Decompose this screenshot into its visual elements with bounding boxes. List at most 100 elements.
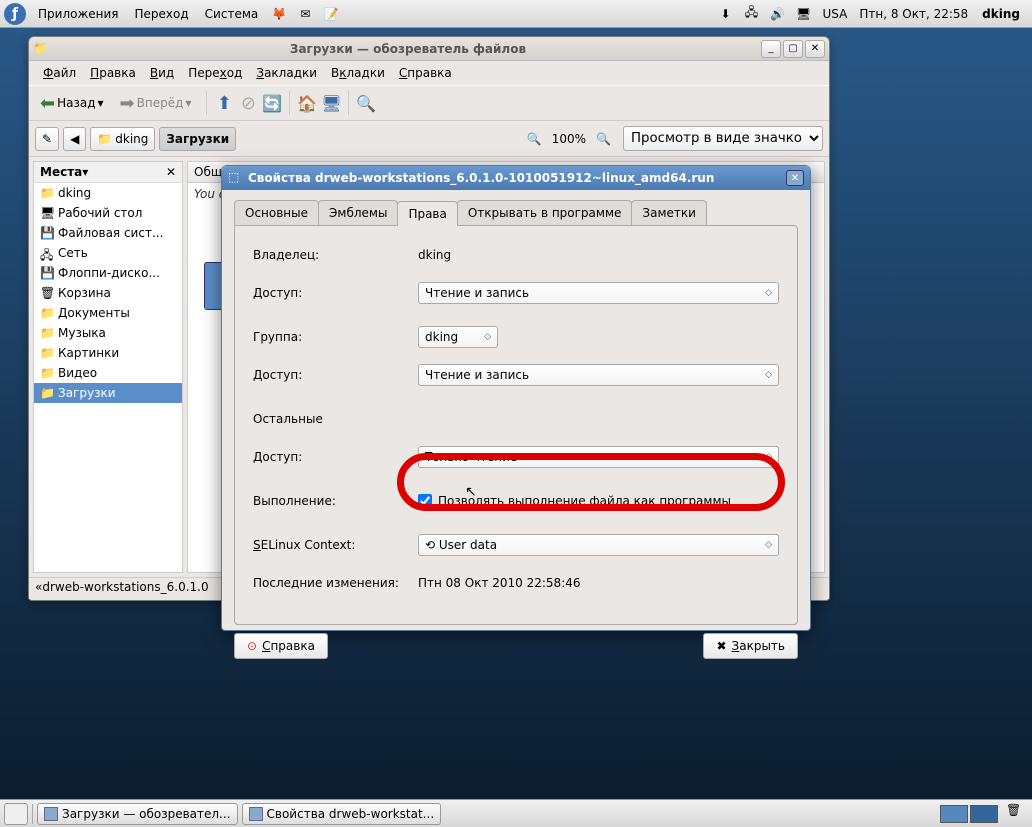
sidebar-header[interactable]: Места▾✕	[34, 162, 182, 183]
sidebar-item-desktop[interactable]: 🖥Рабочий стол	[34, 203, 182, 223]
workspace-2[interactable]	[970, 805, 998, 823]
show-desktop-button[interactable]	[4, 803, 28, 825]
menu-system[interactable]: Система	[197, 3, 267, 25]
sidebar-item-network[interactable]: 🖧Сеть	[34, 243, 182, 263]
zoom-level: 100%	[546, 132, 592, 146]
sidebar-item-music[interactable]: 📁Музыка	[34, 323, 182, 343]
network-icon[interactable]: 🖧	[741, 4, 761, 24]
path-back-button[interactable]: ◀	[63, 127, 86, 151]
mtime-value: Птн 08 Окт 2010 22:58:46	[418, 576, 779, 590]
execute-checkbox-label[interactable]: Позволять выполнение файла как программы	[438, 494, 731, 508]
menu-tabs[interactable]: Вкладки	[325, 64, 391, 82]
keyboard-layout[interactable]: USA	[816, 7, 853, 21]
group-access-label: Доступ:	[253, 368, 418, 382]
menu-help[interactable]: Справка	[393, 64, 458, 82]
dialog-icon	[249, 807, 263, 821]
owner-value: dking	[418, 248, 779, 262]
sidebar-item-pictures[interactable]: 📁Картинки	[34, 343, 182, 363]
help-button[interactable]: ⊙Справка	[234, 633, 328, 659]
path-current[interactable]: Загрузки	[159, 127, 236, 151]
menu-applications[interactable]: Приложения	[30, 3, 127, 25]
menu-file[interactable]: Файл	[37, 64, 82, 82]
close-icon: ✖	[716, 639, 726, 653]
fm-sidebar: Места▾✕ 📁dking 🖥Рабочий стол 💾Файловая с…	[33, 161, 183, 573]
trash-icon[interactable]: 🗑	[1006, 803, 1028, 825]
menu-go[interactable]: Переход	[182, 64, 248, 82]
back-button[interactable]: ⬅Назад▾	[35, 90, 113, 117]
tab-permissions[interactable]: Права	[397, 201, 457, 226]
maximize-button[interactable]: ▢	[783, 40, 803, 58]
home-icon[interactable]: 🏠	[296, 92, 318, 114]
taskbar-item-filemanager[interactable]: Загрузки — обозревател...	[37, 803, 238, 825]
others-access-label: Доступ:	[253, 450, 418, 464]
sidebar-item-documents[interactable]: 📁Документы	[34, 303, 182, 323]
group-select[interactable]: dking	[418, 326, 498, 348]
search-icon[interactable]: 🔍	[355, 92, 377, 114]
others-label: Остальные	[253, 412, 418, 426]
display-icon[interactable]: 🖥	[793, 4, 813, 24]
menu-places[interactable]: Переход	[127, 3, 197, 25]
tab-notes[interactable]: Заметки	[631, 200, 707, 225]
workspace-1[interactable]	[940, 805, 968, 823]
selinux-select[interactable]: ⟲ User data	[418, 534, 779, 556]
fm-titlebar[interactable]: 📁 Загрузки — обозреватель файлов _ ▢ ✕	[29, 37, 829, 61]
reload-icon[interactable]: 🔄	[261, 92, 283, 114]
menu-view[interactable]: Вид	[144, 64, 180, 82]
fm-toolbar: ⬅Назад▾ ➡Вперёд▾ ⬆ ⊘ 🔄 🏠 🖥 🔍	[29, 85, 829, 121]
props-titlebar[interactable]: ⬚ Свойства drweb-workstations_6.0.1.0-10…	[222, 166, 810, 190]
sidebar-item-trash[interactable]: 🗑Корзина	[34, 283, 182, 303]
group-access-select[interactable]: Чтение и запись	[418, 364, 779, 386]
execute-label: Выполнение:	[253, 494, 418, 508]
volume-icon[interactable]: 🔊	[767, 4, 787, 24]
props-close-button[interactable]: ✕	[786, 170, 804, 186]
zoom-out-icon[interactable]: 🔍	[527, 132, 542, 146]
up-icon[interactable]: ⬆	[213, 92, 235, 114]
help-icon: ⊙	[247, 639, 257, 653]
zoom-in-icon[interactable]: 🔍	[596, 132, 611, 146]
view-mode-select[interactable]: Просмотр в виде значков	[623, 126, 823, 151]
sidebar-item-home[interactable]: 📁dking	[34, 183, 182, 203]
close-dialog-button[interactable]: ✖Закрыть	[703, 633, 798, 659]
taskbar-item-properties[interactable]: Свойства drweb-workstat...	[242, 803, 442, 825]
user-menu[interactable]: dking	[974, 7, 1028, 21]
menu-edit[interactable]: Правка	[84, 64, 142, 82]
sidebar-item-downloads[interactable]: 📁Загрузки	[34, 383, 182, 403]
stop-icon: ⊘	[237, 92, 259, 114]
update-icon[interactable]: ⬇	[715, 4, 735, 24]
sidebar-close-icon[interactable]: ✕	[166, 165, 176, 179]
others-access-select[interactable]: Только чтение	[418, 446, 779, 468]
sidebar-item-videos[interactable]: 📁Видео	[34, 363, 182, 383]
forward-button: ➡Вперёд▾	[115, 90, 201, 117]
fm-title: Загрузки — обозреватель файлов	[55, 42, 761, 56]
minimize-button[interactable]: _	[761, 40, 781, 58]
props-body: Владелец:dking Доступ:Чтение и запись Гр…	[234, 225, 798, 625]
properties-dialog: ⬚ Свойства drweb-workstations_6.0.1.0-10…	[221, 165, 811, 631]
execute-checkbox[interactable]	[418, 494, 432, 508]
owner-label: Владелец:	[253, 248, 418, 262]
dialog-icon: ⬚	[228, 170, 244, 186]
fm-pathbar: ✎ ◀ 📁 dking Загрузки 🔍 100% 🔍 Просмотр в…	[29, 121, 829, 157]
mail-icon[interactable]: ✉	[295, 4, 315, 24]
workspace-switcher[interactable]	[940, 805, 998, 823]
selinux-label: SELinux Context:	[253, 538, 418, 552]
path-home[interactable]: 📁 dking	[90, 127, 155, 151]
props-footer: ⊙Справка ✖Закрыть	[222, 625, 810, 671]
clock[interactable]: Птн, 8 Окт, 22:58	[853, 7, 974, 21]
props-title: Свойства drweb-workstations_6.0.1.0-1010…	[248, 171, 786, 185]
close-button[interactable]: ✕	[805, 40, 825, 58]
tab-basic[interactable]: Основные	[234, 200, 319, 225]
notes-icon[interactable]: 📝	[321, 4, 341, 24]
tab-openwith[interactable]: Открывать в программе	[457, 200, 633, 225]
fedora-logo-icon[interactable]: ƒ	[4, 3, 26, 25]
sidebar-item-floppy[interactable]: 💾Флоппи-диско...	[34, 263, 182, 283]
owner-access-select[interactable]: Чтение и запись	[418, 282, 779, 304]
folder-icon: 📁	[33, 41, 49, 57]
owner-access-label: Доступ:	[253, 286, 418, 300]
edit-path-button[interactable]: ✎	[35, 127, 59, 151]
sidebar-item-filesystem[interactable]: 💾Файловая сист...	[34, 223, 182, 243]
computer-icon[interactable]: 🖥	[320, 92, 342, 114]
firefox-icon[interactable]: 🦊	[269, 4, 289, 24]
menu-bookmarks[interactable]: Закладки	[250, 64, 323, 82]
tab-emblems[interactable]: Эмблемы	[318, 200, 398, 225]
group-label: Группа:	[253, 330, 418, 344]
